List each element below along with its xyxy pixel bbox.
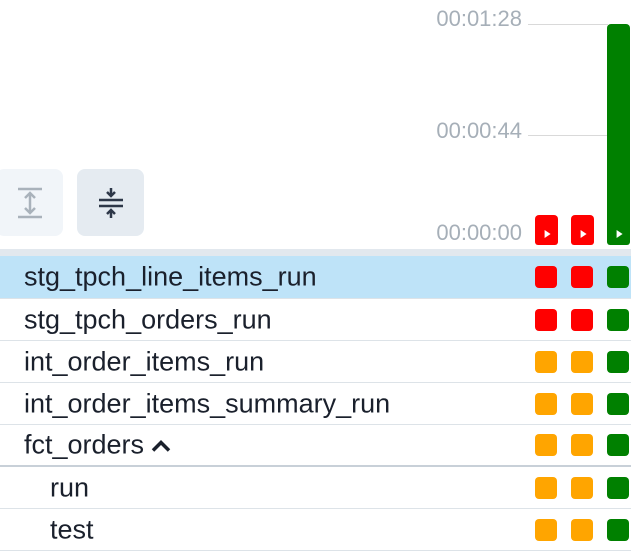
task-instance-upstream_failed[interactable] bbox=[571, 434, 593, 456]
task-label: int_order_items_run bbox=[24, 346, 264, 377]
play-icon bbox=[544, 230, 551, 238]
task-instance-upstream_failed[interactable] bbox=[535, 392, 557, 415]
play-icon bbox=[580, 230, 587, 238]
task-row-child[interactable]: test bbox=[0, 509, 631, 551]
chevron-up-icon[interactable] bbox=[150, 437, 172, 453]
run-duration-bars bbox=[0, 0, 631, 250]
task-row[interactable]: int_order_items_run bbox=[0, 341, 631, 383]
task-instance-failed[interactable] bbox=[535, 266, 557, 288]
task-instance-failed[interactable] bbox=[571, 308, 593, 331]
play-icon bbox=[616, 230, 623, 238]
header-separator bbox=[0, 249, 631, 256]
task-row-child[interactable]: run bbox=[0, 467, 631, 509]
task-label: int_order_items_summary_run bbox=[24, 388, 390, 419]
task-instance-success[interactable] bbox=[607, 434, 629, 456]
task-instance-success[interactable] bbox=[607, 392, 629, 415]
run-bar-2[interactable] bbox=[571, 215, 594, 245]
task-instance-upstream_failed[interactable] bbox=[535, 434, 557, 456]
task-label: stg_tpch_orders_run bbox=[24, 304, 272, 335]
task-name: fct_orders bbox=[24, 429, 145, 460]
task-instance-upstream_failed[interactable] bbox=[571, 518, 593, 541]
task-name: stg_tpch_line_items_run bbox=[24, 261, 317, 292]
task-row[interactable]: int_order_items_summary_run bbox=[0, 383, 631, 425]
task-instance-failed[interactable] bbox=[571, 266, 593, 288]
task-row[interactable]: stg_tpch_orders_run bbox=[0, 299, 631, 341]
task-instance-failed[interactable] bbox=[535, 308, 557, 331]
task-label: run bbox=[50, 472, 89, 503]
grid-header: 00:01:28 00:00:44 00:00:00 bbox=[0, 0, 631, 250]
task-instance-upstream_failed[interactable] bbox=[535, 518, 557, 541]
task-list: stg_tpch_line_items_run stg_tpch_orders_r… bbox=[0, 256, 631, 551]
task-name: stg_tpch_orders_run bbox=[24, 304, 272, 334]
task-name: int_order_items_run bbox=[24, 346, 265, 376]
task-name: int_order_items_summary_run bbox=[24, 388, 391, 418]
task-instance-success[interactable] bbox=[607, 308, 629, 331]
task-label: fct_orders bbox=[24, 430, 172, 461]
task-instance-success[interactable] bbox=[607, 266, 629, 288]
run-bar-1[interactable] bbox=[535, 215, 558, 245]
task-name: run bbox=[50, 472, 90, 502]
task-name: test bbox=[50, 514, 94, 544]
task-instance-success[interactable] bbox=[607, 476, 629, 499]
task-instance-upstream_failed[interactable] bbox=[571, 476, 593, 499]
task-instance-upstream_failed[interactable] bbox=[535, 476, 557, 499]
task-instance-upstream_failed[interactable] bbox=[535, 350, 557, 373]
task-instance-upstream_failed[interactable] bbox=[571, 392, 593, 415]
task-instance-success[interactable] bbox=[607, 518, 629, 541]
task-row[interactable]: stg_tpch_line_items_run bbox=[0, 256, 631, 299]
task-label: stg_tpch_line_items_run bbox=[24, 262, 317, 293]
task-group-row[interactable]: fct_orders bbox=[0, 425, 631, 467]
task-instance-upstream_failed[interactable] bbox=[571, 350, 593, 373]
task-instance-success[interactable] bbox=[607, 350, 629, 373]
run-bar-3[interactable] bbox=[607, 24, 630, 245]
task-label: test bbox=[50, 514, 94, 545]
